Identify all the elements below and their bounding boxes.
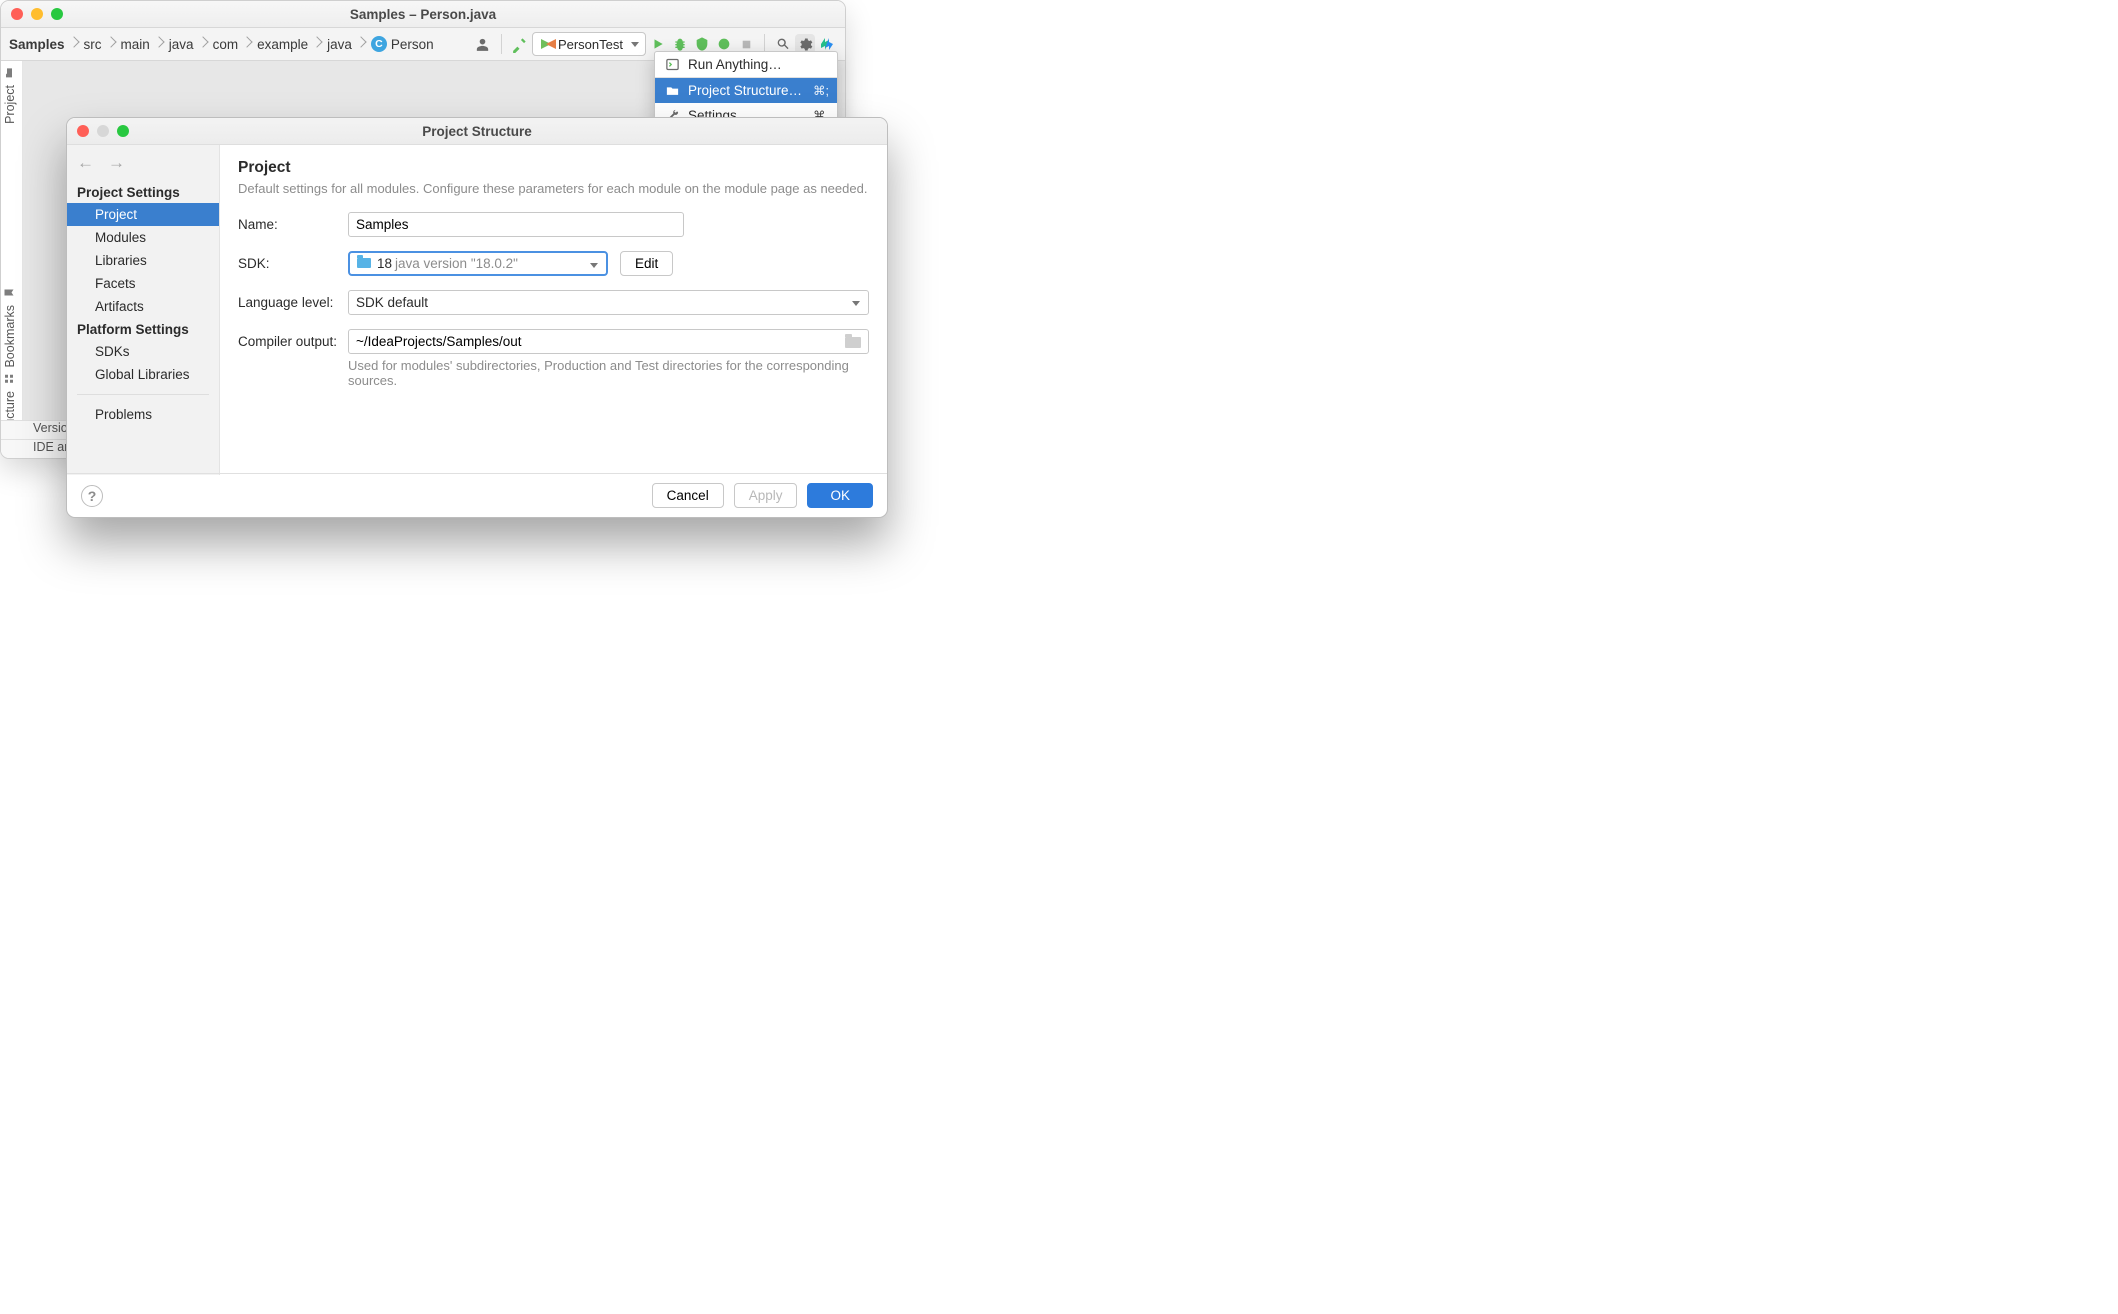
dialog-titlebar: Project Structure (67, 118, 887, 145)
terminal-icon (664, 57, 680, 73)
sidebar-item-modules[interactable]: Modules (67, 226, 219, 249)
breadcrumb-item[interactable]: example (257, 37, 308, 52)
breadcrumb-class: Person (391, 37, 434, 52)
cancel-button[interactable]: Cancel (652, 483, 724, 508)
titlebar: Samples – Person.java (1, 1, 845, 28)
chevron-down-icon (852, 301, 860, 306)
compiler-output-input[interactable] (348, 329, 869, 354)
language-level-value: SDK default (356, 295, 428, 310)
chevron-icon (313, 36, 322, 52)
chevron-icon (70, 36, 79, 52)
apply-button[interactable]: Apply (734, 483, 798, 508)
breadcrumb-item[interactable]: Samples (9, 37, 65, 52)
menu-label: Project Structure… (688, 83, 802, 98)
sdk-combo[interactable]: 18java version "18.0.2" (348, 251, 608, 276)
chevron-down-icon (590, 263, 598, 268)
project-structure-dialog: Project Structure ← → Project Settings P… (66, 117, 888, 518)
tool-window-strip: Project Bookmarks Structure (1, 61, 23, 420)
sidebar-heading: Project Settings (67, 181, 219, 203)
breadcrumb-item[interactable]: java (169, 37, 194, 52)
menu-label: Run Anything… (688, 57, 782, 72)
folder-icon (4, 67, 17, 80)
run-config-combo[interactable]: PersonTest (532, 32, 646, 56)
chevron-icon (199, 36, 208, 52)
dialog-main: Project Default settings for all modules… (220, 145, 887, 475)
chevron-icon (357, 36, 366, 52)
folder-icon (357, 257, 372, 270)
chevron-icon (243, 36, 252, 52)
compiler-output-label: Compiler output: (238, 334, 348, 349)
bookmarks-toolwindow-tab[interactable]: Bookmarks (3, 287, 17, 368)
vtab-label: Project (3, 85, 17, 124)
sidebar-item-global-libraries[interactable]: Global Libraries (67, 363, 219, 386)
sidebar-item-artifacts[interactable]: Artifacts (67, 295, 219, 318)
menu-project-structure[interactable]: Project Structure… ⌘; (655, 78, 837, 103)
breadcrumb-item[interactable]: src (84, 37, 102, 52)
chevron-icon (155, 36, 164, 52)
browse-folder-icon[interactable] (845, 335, 861, 348)
chevron-down-icon (631, 42, 639, 47)
back-icon[interactable]: ← (77, 153, 94, 173)
bookmark-icon (4, 287, 17, 300)
dialog-sidebar: ← → Project Settings Project Modules Lib… (67, 145, 220, 475)
window-title: Samples – Person.java (1, 7, 845, 22)
language-level-combo[interactable]: SDK default (348, 290, 869, 315)
language-level-label: Language level: (238, 295, 348, 310)
page-heading: Project (238, 159, 869, 177)
breadcrumb-item[interactable]: com (213, 37, 239, 52)
sidebar-item-libraries[interactable]: Libraries (67, 249, 219, 272)
breadcrumb-item[interactable]: main (121, 37, 150, 52)
menu-shortcut: ⌘; (813, 83, 829, 98)
sidebar-separator (77, 394, 209, 395)
project-name-input[interactable] (348, 212, 684, 237)
sidebar-heading: Platform Settings (67, 318, 219, 340)
forward-icon[interactable]: → (108, 153, 125, 173)
name-label: Name: (238, 217, 348, 232)
ok-button[interactable]: OK (807, 483, 873, 508)
sidebar-item-project[interactable]: Project (67, 203, 219, 226)
dialog-title: Project Structure (67, 124, 887, 139)
user-icon[interactable] (473, 34, 493, 54)
menu-run-anything[interactable]: Run Anything… (655, 52, 837, 77)
sidebar-item-problems[interactable]: Problems (67, 403, 219, 426)
sidebar-item-facets[interactable]: Facets (67, 272, 219, 295)
compiler-output-hint: Used for modules' subdirectories, Produc… (348, 358, 869, 388)
toolbar-sep (501, 34, 502, 54)
hammer-icon[interactable] (510, 34, 530, 54)
breadcrumb-item[interactable]: C Person (371, 36, 434, 52)
help-icon[interactable]: ? (81, 485, 103, 507)
page-description: Default settings for all modules. Config… (238, 181, 869, 196)
class-icon: C (371, 36, 387, 52)
project-toolwindow-tab[interactable]: Project (3, 67, 17, 124)
edit-sdk-button[interactable]: Edit (620, 251, 673, 276)
project-structure-icon (664, 83, 680, 99)
chevron-icon (107, 36, 116, 52)
sdk-value: 18java version "18.0.2" (377, 256, 518, 271)
run-config-icon (541, 39, 552, 50)
structure-icon (4, 373, 17, 386)
breadcrumb-item[interactable]: java (327, 37, 352, 52)
vtab-label: Bookmarks (3, 305, 17, 368)
run-config-label: PersonTest (558, 37, 623, 52)
dialog-footer: ? Cancel Apply OK (67, 473, 887, 517)
sdk-label: SDK: (238, 256, 348, 271)
sidebar-item-sdks[interactable]: SDKs (67, 340, 219, 363)
